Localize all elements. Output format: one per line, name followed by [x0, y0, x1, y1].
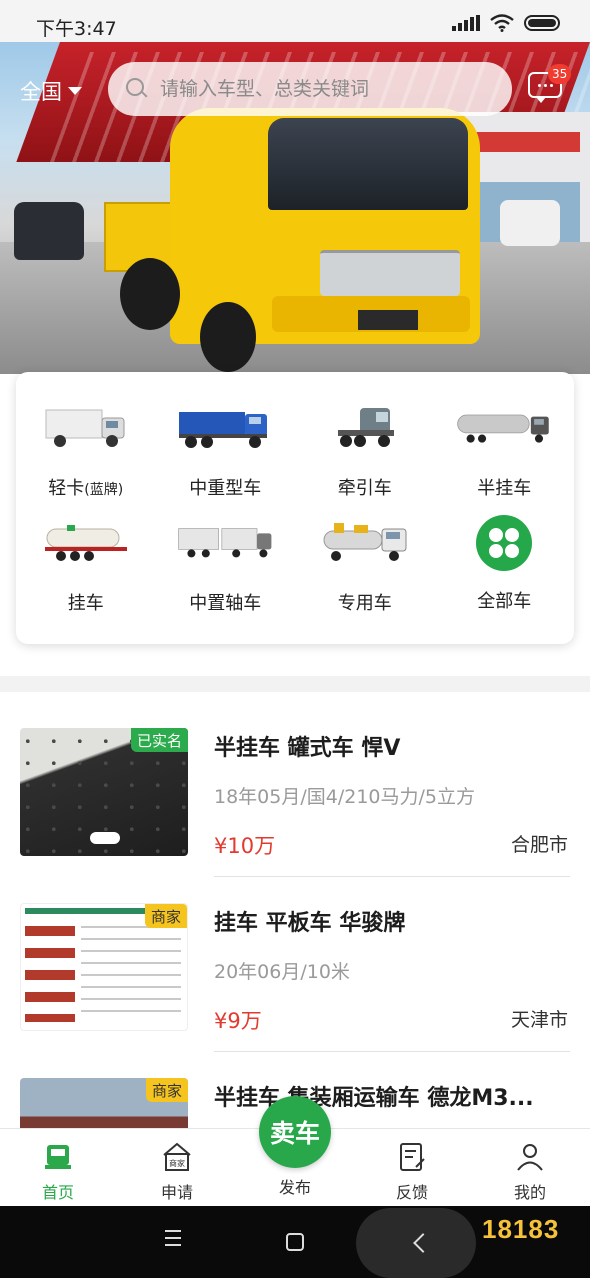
verified-tag: 已实名	[130, 728, 188, 752]
listing-spec: 18年05月/国4/210马力/5立方	[214, 786, 475, 808]
category-medium-heavy[interactable]: 中重型车	[156, 400, 296, 515]
category-special[interactable]: 专用车	[295, 515, 435, 630]
store-icon: 商家	[163, 1142, 191, 1171]
category-label: 全部车	[477, 591, 532, 612]
suv-image	[14, 202, 84, 260]
category-center-axle[interactable]: 中置轴车	[156, 515, 296, 630]
category-label: 中重型车	[189, 478, 262, 499]
category-all[interactable]: 全部车	[435, 515, 575, 630]
nav-label: 反馈	[395, 1183, 428, 1202]
tanker-semitrailer-icon	[456, 400, 552, 456]
listing-spec: 20年06月/10米	[214, 961, 350, 983]
nav-label: 首页	[41, 1183, 74, 1202]
region-selector[interactable]: 全国	[20, 76, 82, 106]
listing-price: ¥9万	[214, 1009, 262, 1033]
category-label: 牵引车	[337, 478, 392, 499]
category-semitrailer[interactable]: 半挂车	[435, 400, 575, 515]
trailer-icon	[38, 515, 134, 571]
listing-title: 挂车 平板车 华骏牌	[214, 911, 406, 936]
merchant-tag: 商家	[144, 904, 187, 928]
center-axle-truck-icon	[177, 515, 273, 571]
category-trailer[interactable]: 挂车	[16, 515, 156, 630]
category-card: 轻卡(蓝牌) 中重型车 牵引车 半挂车 挂车 中置轴车 专用车 全部车	[16, 372, 574, 644]
nav-home[interactable]: 首页	[18, 1141, 98, 1203]
listing-thumbnail: 已实名	[20, 728, 188, 856]
listing-divider	[214, 876, 570, 877]
listing-thumbnail: 商家	[20, 1078, 188, 1128]
menu-icon[interactable]	[165, 1230, 181, 1251]
search-icon	[126, 78, 148, 100]
status-time: 下午3:47	[36, 18, 117, 40]
category-label: 专用车	[337, 593, 392, 614]
light-truck-icon	[38, 400, 134, 456]
message-badge: 35	[548, 64, 572, 84]
listing-item[interactable]: 已实名 半挂车 罐式车 悍V 18年05月/国4/210马力/5立方 ¥10万 …	[0, 728, 590, 903]
search-bar[interactable]	[108, 62, 512, 116]
signal-icon	[452, 15, 480, 31]
nav-label: 我的	[513, 1183, 546, 1202]
svg-text:商家: 商家	[169, 1158, 185, 1168]
feedback-icon	[400, 1143, 425, 1171]
listing-thumbnail: 商家	[20, 903, 188, 1031]
listing-title: 半挂车 罐式车 悍V	[214, 736, 401, 761]
tractor-unit-icon	[317, 400, 413, 456]
nav-apply[interactable]: 商家 申请	[137, 1141, 217, 1203]
listing-city: 合肥市	[510, 834, 568, 856]
category-grid: 轻卡(蓝牌) 中重型车 牵引车 半挂车 挂车 中置轴车 专用车 全部车	[16, 372, 574, 644]
truck-wheel	[120, 258, 180, 330]
caret-down-icon	[68, 87, 82, 95]
wifi-icon	[490, 14, 514, 32]
van-image	[500, 200, 560, 246]
category-tractor[interactable]: 牵引车	[295, 400, 435, 515]
messages-button[interactable]: 35	[528, 64, 572, 103]
category-light-truck[interactable]: 轻卡(蓝牌)	[16, 400, 156, 515]
truck-home-icon	[45, 1145, 71, 1169]
category-label: 半挂车	[477, 478, 532, 499]
nav-label: 申请	[160, 1183, 193, 1202]
battery-icon	[524, 15, 560, 31]
category-label: 轻卡	[48, 478, 85, 499]
status-bar: 下午3:47	[0, 0, 590, 42]
status-icons	[452, 14, 560, 32]
watermark-logo: 18183	[482, 1214, 560, 1244]
home-icon[interactable]	[286, 1233, 304, 1251]
sell-car-button[interactable]: 卖车	[259, 1096, 331, 1168]
merchant-tag: 商家	[145, 1078, 188, 1102]
top-bar: 全国 35	[0, 62, 590, 118]
publish-label: 发布	[278, 1178, 311, 1197]
dump-truck-icon	[177, 400, 273, 456]
truck-wheel	[200, 302, 256, 372]
special-vehicle-icon	[317, 515, 413, 571]
region-label: 全国	[20, 80, 62, 104]
search-input[interactable]	[160, 78, 490, 100]
user-icon	[517, 1144, 543, 1171]
nav-mine[interactable]: 我的	[490, 1141, 570, 1203]
clover-icon	[476, 515, 533, 571]
nav-feedback[interactable]: 反馈	[372, 1141, 452, 1203]
section-divider	[0, 676, 590, 692]
category-sublabel: (蓝牌)	[84, 482, 124, 498]
category-label: 挂车	[67, 593, 104, 614]
listing-city: 天津市	[510, 1009, 568, 1031]
listing-price: ¥10万	[214, 834, 276, 858]
category-label: 中置轴车	[189, 593, 262, 614]
listing-divider	[214, 1051, 570, 1052]
listing-item[interactable]: 商家 挂车 平板车 华骏牌 20年06月/10米 ¥9万 天津市	[0, 903, 590, 1078]
